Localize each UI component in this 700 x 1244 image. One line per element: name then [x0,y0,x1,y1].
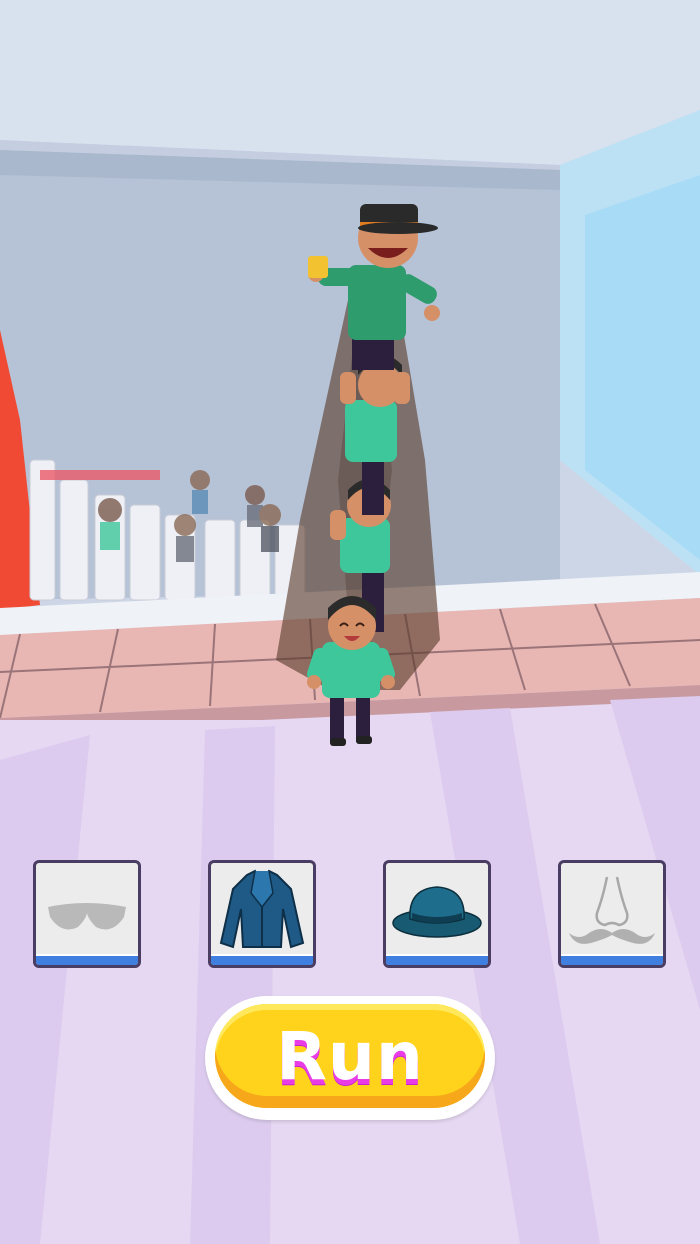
item-slot-bar [36,954,138,965]
item-slot-bar [211,954,313,965]
nose-mustache-icon [569,876,655,944]
item-slot-bar [386,954,488,965]
item-slot-bar [561,954,663,965]
sunglasses-icon [48,903,126,930]
jacket-icon [219,869,305,949]
item-slot-mustache[interactable] [558,860,666,968]
fedora-hat-icon [392,886,482,938]
item-slot-hat[interactable] [383,860,491,968]
run-button[interactable]: Run [215,1004,485,1108]
run-button-frame: Run [205,996,495,1120]
run-button-label: Run [276,1018,424,1095]
item-slot-jacket[interactable] [208,860,316,968]
item-slot-sunglasses[interactable] [33,860,141,968]
